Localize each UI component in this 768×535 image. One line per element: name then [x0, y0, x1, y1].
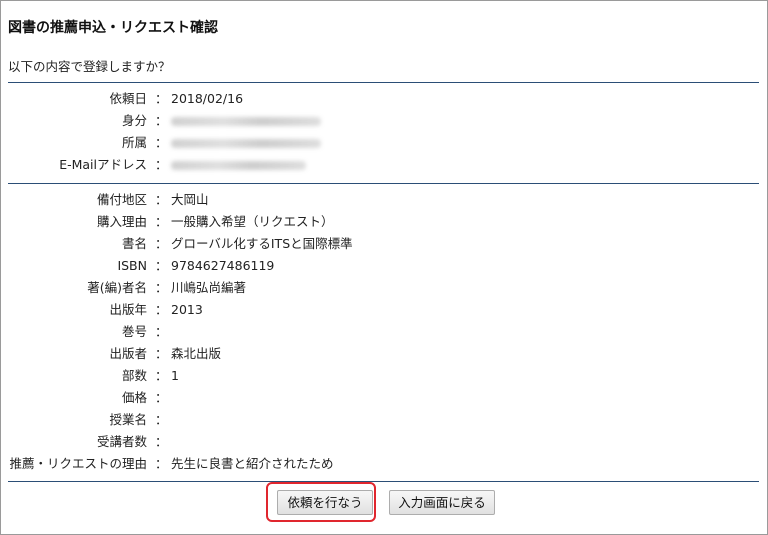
field-label: 出版者: [109, 346, 147, 361]
field-separator: ：: [155, 346, 168, 361]
field-label: 依頼日: [109, 91, 147, 106]
field-separator: ：: [155, 91, 168, 106]
field-value: 1: [171, 368, 179, 383]
field-separator: ：: [155, 324, 168, 339]
submit-request-button[interactable]: 依頼を行なう: [277, 490, 373, 515]
back-to-input-button[interactable]: 入力画面に戻る: [389, 490, 495, 515]
field-separator: ：: [155, 434, 168, 449]
field-label: 備付地区: [96, 192, 147, 207]
field-label: 著(編)者名: [87, 280, 147, 295]
field-label: 所属: [121, 135, 147, 150]
field-affiliation: 所属 ：: [1, 133, 761, 153]
field-value: 大岡山: [171, 192, 209, 207]
field-label: 出版年: [109, 302, 147, 317]
field-label: 推薦・リクエストの理由: [9, 456, 147, 471]
field-location: 備付地区 ： 大岡山: [1, 190, 761, 210]
field-value: 2013: [171, 302, 203, 317]
page-title: 図書の推薦申込・リクエスト確認: [8, 20, 218, 36]
field-separator: ：: [155, 135, 168, 150]
field-separator: ：: [155, 113, 168, 128]
field-publication-year: 出版年 ： 2013: [1, 300, 761, 320]
field-separator: ：: [155, 456, 168, 471]
field-status: 身分 ：: [1, 111, 761, 131]
field-separator: ：: [155, 302, 168, 317]
field-label: 価格: [121, 390, 147, 405]
field-purchase-reason: 購入理由 ： 一般購入希望（リクエスト）: [1, 212, 761, 232]
redacted-value: [171, 111, 321, 132]
field-label: 書名: [121, 236, 147, 251]
field-label: 巻号: [121, 324, 147, 339]
field-label: E-Mailアドレス: [59, 157, 147, 172]
field-value: 一般購入希望（リクエスト）: [171, 214, 334, 229]
field-separator: ：: [155, 157, 168, 172]
divider: [8, 82, 759, 83]
confirmation-question: 以下の内容で登録しますか？: [8, 59, 171, 74]
redacted-value: [171, 155, 306, 176]
field-label: 身分: [121, 113, 147, 128]
field-value: 川嶋弘尚編著: [171, 280, 247, 295]
field-value: 森北出版: [171, 346, 222, 361]
divider: [8, 481, 759, 482]
field-separator: ：: [155, 258, 168, 273]
field-separator: ：: [155, 368, 168, 383]
field-isbn: ISBN ： 9784627486119: [1, 256, 761, 276]
field-separator: ：: [155, 192, 168, 207]
field-book-title: 書名 ： グローバル化するITSと国際標準: [1, 234, 761, 254]
field-author: 著(編)者名 ： 川嶋弘尚編著: [1, 278, 761, 298]
field-separator: ：: [155, 236, 168, 251]
field-request-date: 依頼日 ： 2018/02/16: [1, 89, 761, 109]
field-value: 先生に良書と紹介されたため: [171, 456, 334, 471]
field-price: 価格 ：: [1, 388, 761, 408]
confirmation-page: 図書の推薦申込・リクエスト確認 以下の内容で登録しますか？ 依頼日 ： 2018…: [0, 0, 768, 535]
field-separator: ：: [155, 390, 168, 405]
field-separator: ：: [155, 280, 168, 295]
field-label: 授業名: [109, 412, 147, 427]
field-value: グローバル化するITSと国際標準: [171, 236, 353, 251]
field-recommendation-reason: 推薦・リクエストの理由 ： 先生に良書と紹介されたため: [1, 454, 761, 474]
field-publisher: 出版者 ： 森北出版: [1, 344, 761, 364]
field-email: E-Mailアドレス ：: [1, 155, 761, 175]
field-label: 購入理由: [96, 214, 147, 229]
redacted-value: [171, 133, 321, 154]
field-label: 部数: [121, 368, 147, 383]
field-value: 9784627486119: [171, 258, 275, 273]
field-student-count: 受講者数 ：: [1, 432, 761, 452]
field-separator: ：: [155, 412, 168, 427]
field-value: 2018/02/16: [171, 91, 244, 106]
divider: [8, 183, 759, 184]
field-course-name: 授業名 ：: [1, 410, 761, 430]
field-label: ISBN: [117, 258, 147, 273]
field-label: 受講者数: [96, 434, 147, 449]
field-separator: ：: [155, 214, 168, 229]
field-copies: 部数 ： 1: [1, 366, 761, 386]
field-volume: 巻号 ：: [1, 322, 761, 342]
